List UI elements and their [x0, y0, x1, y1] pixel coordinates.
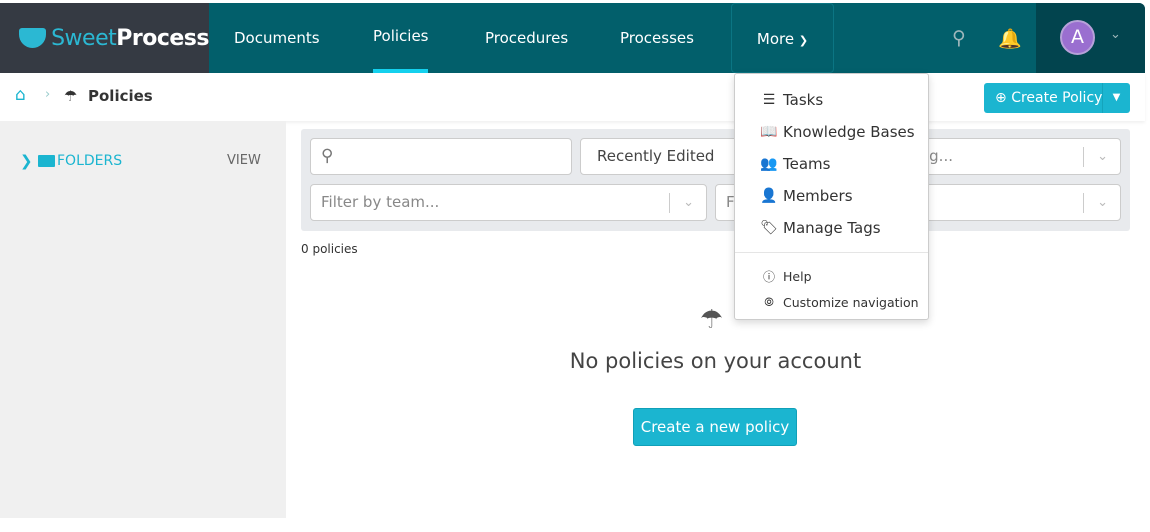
umbrella-icon: ☂	[700, 305, 724, 335]
menu-item-manage-tags[interactable]: 🏷 Manage Tags	[759, 219, 881, 237]
more-menu: ☰ Tasks 📖 Knowledge Bases 👥 Teams 👤 Members …	[734, 73, 929, 320]
nav-procedures[interactable]: Procedures	[485, 3, 568, 73]
menu-item-members[interactable]: 👤 Members	[759, 187, 853, 205]
tags-icon: 🏷	[760, 220, 778, 236]
breadcrumb-current: Policies	[88, 87, 153, 105]
chevron-down-icon: ⌄	[683, 195, 694, 210]
menu-label: Tasks	[783, 91, 824, 109]
team-filter[interactable]: Filter by team... ⌄	[310, 184, 707, 221]
chevron-down-icon: ⌄	[1097, 149, 1108, 164]
nav-documents[interactable]: Documents	[234, 3, 320, 73]
bell-icon[interactable]: 🔔	[998, 27, 1022, 50]
user-icon: 👤	[760, 188, 778, 204]
menu-label: Members	[783, 187, 853, 205]
cup-logo-icon	[19, 28, 47, 48]
book-icon: 📖	[760, 124, 778, 140]
users-icon: 👥	[760, 156, 778, 172]
folders-label[interactable]: FOLDERS	[57, 153, 122, 169]
menu-item-teams[interactable]: 👥 Teams	[759, 155, 830, 173]
filter-panel: ⚲ Recently Edited Filter by tag...⌄ Filt…	[301, 129, 1130, 231]
caret-down-icon[interactable]: ▼	[1102, 83, 1130, 113]
menu-divider	[735, 252, 928, 253]
chevron-down-icon: ❯	[798, 34, 809, 47]
compass-icon: ⦾	[764, 295, 774, 309]
folder-icon	[38, 155, 55, 167]
sidebar: ❯ FOLDERS VIEW	[0, 121, 286, 518]
avatar[interactable]: A	[1060, 20, 1095, 55]
tasks-icon: ☰	[762, 92, 776, 108]
logo-text-bold: Process	[116, 25, 209, 51]
menu-label: Knowledge Bases	[783, 123, 915, 141]
menu-label: Manage Tags	[783, 219, 881, 237]
umbrella-icon: ☂	[64, 87, 78, 105]
menu-item-tasks[interactable]: ☰ Tasks	[759, 91, 823, 109]
chevron-right-icon: ›	[45, 87, 51, 102]
search-input[interactable]: ⚲	[310, 138, 572, 175]
menu-item-help[interactable]: ⓘ Help	[759, 268, 812, 285]
chevron-right-icon[interactable]: ❯	[20, 152, 33, 170]
search-icon[interactable]: ⚲	[952, 27, 966, 49]
logo-text-light: Sweet	[51, 25, 117, 51]
menu-item-knowledge-bases[interactable]: 📖 Knowledge Bases	[759, 123, 915, 141]
nav-processes[interactable]: Processes	[620, 3, 694, 73]
search-icon: ⚲	[321, 146, 334, 166]
menu-label: Teams	[783, 155, 831, 173]
breadcrumb: ⌂ › ☂ Policies ⊕ Create Policy ▼	[0, 73, 1145, 121]
create-policy-button[interactable]: ⊕ Create Policy ▼	[984, 83, 1130, 113]
team-filter-placeholder: Filter by team...	[321, 193, 440, 211]
menu-label: Customize navigation	[783, 295, 919, 310]
top-nav: Sweet Process Documents Policies Procedur…	[0, 3, 1145, 73]
home-icon[interactable]: ⌂	[15, 85, 26, 105]
empty-state-title: No policies on your account	[569, 349, 862, 373]
app: Sweet Process Documents Policies Procedur…	[0, 3, 1145, 518]
view-button[interactable]: VIEW	[227, 153, 261, 168]
menu-label: Help	[783, 269, 812, 284]
chevron-down-icon: ⌄	[1097, 195, 1108, 210]
user-menu[interactable]: A ⌄	[1036, 3, 1145, 73]
nav-more-label: More	[756, 30, 795, 48]
policy-count: 0 policies	[301, 242, 358, 256]
nav-more[interactable]: More ❯	[731, 3, 834, 73]
menu-item-customize-navigation[interactable]: ⦾ Customize navigation	[759, 295, 919, 310]
chevron-down-icon[interactable]: ⌄	[1110, 27, 1121, 42]
plus-circle-icon: ⊕	[995, 90, 1007, 106]
create-new-policy-button[interactable]: Create a new policy	[633, 408, 797, 446]
question-circle-icon: ⓘ	[762, 270, 775, 284]
create-policy-label: Create Policy	[1011, 90, 1103, 106]
logo[interactable]: Sweet Process	[0, 3, 209, 73]
nav-policies[interactable]: Policies	[373, 3, 429, 73]
